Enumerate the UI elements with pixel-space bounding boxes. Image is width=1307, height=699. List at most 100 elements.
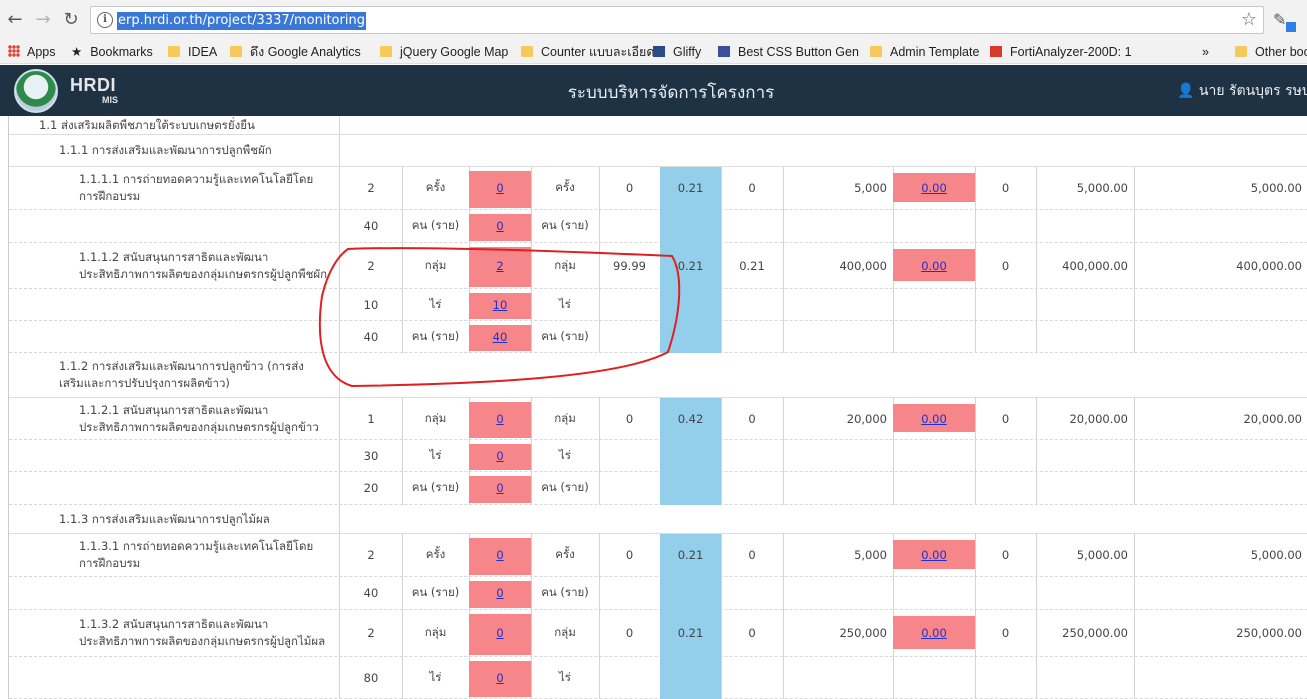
percent-cell: 99.99 [613,258,646,273]
column-divider [599,472,600,505]
actual-unit-cell: ไร่ [559,447,571,462]
spent-cell: 0.00 [893,610,975,656]
budget-cell: 400,000 [839,258,887,273]
bookmark-css-button[interactable]: Best CSS Button Gen [718,43,859,61]
actual-link[interactable]: 0 [496,548,503,562]
folder-icon [870,46,882,57]
actual-cell: 0 [469,398,531,439]
column-divider [1036,657,1037,699]
user-menu[interactable]: 👤 นาย รัตนบุตร รษบุต [1177,80,1307,102]
actual-link[interactable]: 0 [496,412,503,426]
spent-percent-cell: 0 [1001,258,1010,273]
weight-cell: 0.21 [677,181,704,195]
bookmark-bookmarks[interactable]: ★ Bookmarks [71,43,153,61]
bookmark-star-icon[interactable]: ☆ [1241,9,1257,30]
bookmark-jquery-google-map[interactable]: jQuery Google Map [380,43,508,61]
actual-link[interactable]: 0 [496,449,503,463]
actual-link[interactable]: 0 [496,626,503,640]
forward-icon[interactable]: → [32,9,54,31]
bookmark-idea[interactable]: IDEA [168,43,217,61]
spent-link[interactable]: 0.00 [921,548,947,562]
actual-link[interactable]: 0 [496,586,503,600]
actual-unit-cell: กลุ่ม [554,410,576,425]
bookmark-fortianalyzer[interactable]: FortiAnalyzer-200D: 1 [990,43,1132,61]
back-icon[interactable]: ← [4,9,26,31]
spent-link[interactable]: 0.00 [921,181,947,195]
column-divider [783,289,784,321]
unit-cell: คน (ราย) [411,328,460,343]
spent-link[interactable]: 0.00 [921,412,947,426]
budget-cell: 20,000 [846,411,887,426]
column-divider [599,210,600,243]
activity-label: 1.1.3.1 การถ่ายทอดความรู้และเทคโนโลยีโดย… [79,539,314,570]
bookmark-google-analytics[interactable]: ดึง Google Analytics [230,43,361,61]
spent-cell: 0.00 [893,167,975,209]
info-icon[interactable]: i [97,12,113,28]
column-divider [599,321,600,353]
actual-cell: 0 [469,210,531,242]
weight-highlight [660,577,721,610]
spent-link[interactable]: 0.00 [921,626,947,640]
table-row: 30 ไร่ 0 ไร่ [9,440,1307,472]
score-cell: 0 [748,181,756,195]
folder-icon [1235,46,1247,57]
column-divider [599,289,600,321]
unit-cell: คน (ราย) [411,480,460,494]
target-cell: 40 [363,329,379,344]
actual-link[interactable]: 2 [496,259,503,273]
actual-link[interactable]: 0 [496,219,503,233]
column-divider [893,472,894,505]
weight-highlight [660,321,721,353]
target-cell: 80 [363,670,379,685]
unit-cell: ไร่ [429,447,442,462]
bookmark-counter[interactable]: Counter แบบละเอียด [521,43,654,61]
actual-unit-cell: กลุ่ม [554,257,576,272]
actual-unit-cell: คน (ราย) [541,328,589,343]
actual-cell: 0 [469,657,531,698]
bookmark-other[interactable]: Other boo [1235,43,1307,61]
section-row: 1.1.2 การส่งเสริมและพัฒนาการปลูกข้าว (กา… [9,353,1307,398]
column-divider [783,321,784,353]
actual-link[interactable]: 0 [496,181,503,195]
column-divider [1134,472,1135,505]
column-divider [1134,321,1135,353]
actual-link[interactable]: 10 [493,298,508,312]
spent-cell: 0.00 [893,534,975,576]
actual-link[interactable]: 0 [496,671,503,685]
bookmark-gliffy[interactable]: Gliffy [653,43,701,61]
bookmark-admin-template[interactable]: Admin Template [870,43,979,61]
total-cell: 5,000.00 [1250,548,1302,562]
percent-cell: 0 [625,626,634,640]
reload-icon[interactable]: ↻ [60,9,82,31]
url-text[interactable]: erp.hrdi.or.th/project/3337/monitoring [117,12,366,30]
spent-link[interactable]: 0.00 [921,259,947,273]
actual-unit-cell: คน (ราย) [541,585,589,599]
column-divider [1134,289,1135,321]
allocated-cell: 250,000.00 [1062,626,1128,640]
spent-cell: 0.00 [893,243,975,288]
x-icon [718,46,730,57]
column-divider [783,440,784,472]
address-bar[interactable]: i erp.hrdi.or.th/project/3337/monitoring… [90,6,1264,34]
column-divider [339,116,340,135]
column-divider [1036,577,1037,610]
eyedropper-extension-icon[interactable]: ✎ [1273,10,1286,29]
target-cell: 1 [367,411,375,426]
column-divider [721,210,722,243]
column-divider [783,577,784,610]
actual-cell: 0 [469,534,531,576]
unit-cell: ไร่ [429,669,442,684]
allocated-cell: 20,000.00 [1069,411,1128,426]
section-label: 1.1 ส่งเสริมผลิตพืชภายใต้ระบบเกษตรยั่งยื… [39,117,255,132]
bookmark-apps[interactable]: Apps [8,43,56,61]
weight-highlight [660,289,721,321]
actual-cell: 0 [469,610,531,656]
actual-link[interactable]: 40 [493,330,508,344]
bookmarks-overflow-chevron[interactable]: » [1202,43,1209,61]
table-row: 1.1.3.2 สนับสนุนการสาธิตและพัฒนาประสิทธิ… [9,610,1307,657]
weight-highlight [660,210,721,243]
column-divider [721,440,722,472]
total-cell: 20,000.00 [1243,411,1302,426]
spent-cell: 0.00 [893,398,975,439]
actual-link[interactable]: 0 [496,481,503,495]
